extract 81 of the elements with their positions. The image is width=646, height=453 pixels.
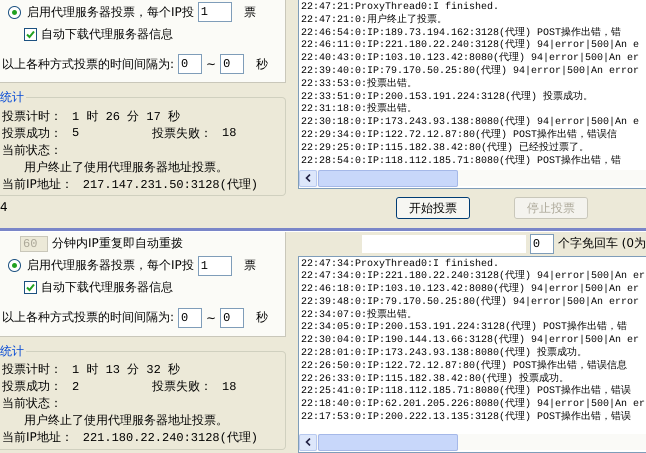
status-message: 用户终止了使用代理服务器地址投票。 <box>24 158 228 176</box>
interval-min-field[interactable]: 0 <box>178 308 202 328</box>
success-label: 投票成功： <box>2 124 62 142</box>
log-line: 22:47:34:ProxyThread0:I finished. <box>301 258 500 270</box>
stats-legend: 统计 <box>0 342 26 360</box>
log-line: 22:34:07:0:投票出错。 <box>301 310 418 322</box>
votes-field[interactable]: 1 <box>198 256 232 276</box>
timer-label: 投票计时： <box>2 108 62 124</box>
success-label: 投票成功： <box>2 378 62 395</box>
log-line: 22:46:54:0:IP:189.73.194.162:3128(代理) POST操作出错，错 <box>301 28 622 39</box>
auto-download-checkbox[interactable] <box>24 281 37 294</box>
log-line: 22:46:11:0:IP:221.180.22.240:3128(代理) 94|error|500|An e <box>301 40 640 52</box>
timer-value: 1 时 26 分 17 秒 <box>72 108 180 124</box>
log-line: 22:46:18:0:IP:103.10.123.42:8080(代理) 94|error|500|An er <box>301 284 640 296</box>
interval-unit: 秒 <box>256 56 268 72</box>
log-line: 22:31:18:0:投票出错。 <box>301 104 418 116</box>
status-message: 用户终止了使用代理服务器地址投票。 <box>24 412 228 429</box>
proxy-option-label: 启用代理服务器投票，每个IP投 <box>27 4 194 20</box>
proxy-option-label: 启用代理服务器投票，每个IP投 <box>27 257 194 274</box>
log-line: 22:33:53:0:投票出错。 <box>301 78 418 92</box>
range-separator: ~ <box>206 57 216 71</box>
votes-unit: 票 <box>244 4 256 20</box>
horizontal-scrollbar[interactable] <box>299 170 646 186</box>
range-separator: ~ <box>206 310 216 324</box>
proxy-radio[interactable] <box>8 6 21 18</box>
log-line: 22:28:01:0:IP:173.243.93.138:8080(代理) 投票成功。 <box>301 348 588 360</box>
log-line: 22:18:40:0:IP:62.201.205.226:8080(代理) 94|error|500|An er <box>301 399 646 410</box>
votes-field[interactable]: 1 <box>198 2 232 22</box>
auto-download-label: 自动下载代理服务器信息 <box>41 26 173 42</box>
auto-download-checkbox[interactable] <box>24 28 37 40</box>
log-line: 22:25:41:0:IP:118.112.185.71:8080(代理) POST操作出错，错误 <box>301 386 632 398</box>
log-line: 22:26:50:0:IP:122.72.12.87:80(代理) POST操作出错，错误信息 <box>301 360 628 372</box>
votes-unit: 票 <box>244 257 256 274</box>
auto-download-label: 自动下载代理服务器信息 <box>41 279 173 296</box>
status-label: 当前状态： <box>2 395 62 412</box>
log-line: 22:34:05:0:IP:200.153.191.224:3128(代理) POST操作出错，错 <box>301 322 628 334</box>
horizontal-scrollbar[interactable] <box>299 434 646 450</box>
interval-label: 以上各种方式投票的时间间隔为: <box>2 56 174 72</box>
fail-count: 18 <box>222 126 236 140</box>
log-line: 22:39:40:0:IP:79.170.50.25:80(代理) 94|error|500|An error <box>301 66 640 78</box>
interval-max-field[interactable]: 0 <box>220 308 244 328</box>
log-line: 22:28:54:0:IP:118.112.185.71:8080(代理) POST操作出错，错 <box>301 156 622 168</box>
log-line: 22:47:21:0:用户终止了投票。 <box>301 14 448 28</box>
timer-value: 1 时 13 分 32 秒 <box>72 362 180 378</box>
ip-label: 当前IP地址： <box>2 176 73 192</box>
log-line: 22:26:33:0:IP:115.182.38.42:80(代理) 投票成功。 <box>301 374 570 385</box>
interval-max-field[interactable]: 0 <box>220 54 244 74</box>
log-line: 22:17:53:0:IP:200.222.13.135:3128(代理) POST操作出错，错误 <box>301 412 632 425</box>
log-line: 22:29:25:0:IP:115.182.38.42:80(代理) 已经投过票了。 <box>301 142 590 154</box>
interval-unit: 秒 <box>256 309 268 326</box>
interval-min-field[interactable]: 0 <box>178 54 202 74</box>
scroll-thumb[interactable] <box>318 434 458 451</box>
char-limit-field[interactable]: 0 <box>530 234 554 254</box>
footer-text: 4 <box>0 200 9 214</box>
char-limit-label: 个字免回车 (0为 <box>558 235 646 252</box>
fail-label: 投票失败： <box>152 124 212 142</box>
log-line: 22:47:21:ProxyThread0:I finished. <box>301 2 500 14</box>
interval-label: 以上各种方式投票的时间间隔为: <box>2 309 174 326</box>
log-line: 22:30:04:0:IP:190.144.13.66:3128(代理) 94|error|500|An er <box>301 335 640 346</box>
ip-value: 221.180.22.240:3128(代理) <box>82 430 258 446</box>
status-label: 当前状态： <box>2 142 62 158</box>
log-line: 22:39:48:0:IP:79.170.50.25:80(代理) 94|error|500|An error <box>301 296 640 308</box>
vote-button[interactable]: 开始投票 <box>396 197 470 219</box>
ip-label: 当前IP地址： <box>2 429 73 446</box>
success-count: 5 <box>72 126 80 140</box>
ip-value: 217.147.231.50:3128(代理) <box>82 176 258 192</box>
log-line: 22:33:51:0:IP:200.153.191.224:3128(代理) 投票成功。 <box>301 92 594 103</box>
fail-label: 投票失败： <box>152 378 212 395</box>
fail-count: 18 <box>222 380 236 394</box>
log-line: 22:47:34:0:IP:221.180.22.240:3128(代理) 94|error|500|An er <box>301 271 646 283</box>
proxy-radio[interactable] <box>8 259 21 272</box>
text-field[interactable] <box>362 234 526 252</box>
scroll-thumb[interactable] <box>318 170 458 186</box>
redial-label: 分钟内IP重复即自动重拨 <box>52 235 183 252</box>
success-count: 2 <box>72 380 80 394</box>
timer-label: 投票计时： <box>2 361 62 378</box>
log-line: 22:29:34:0:IP:122.72.12.87:80(代理) POST操作出错，错误信 <box>301 130 618 142</box>
scroll-left-icon[interactable] <box>299 434 317 451</box>
scroll-left-icon[interactable] <box>299 170 317 186</box>
log-line: 22:30:18:0:IP:173.243.93.138:8080(代理) 94|error|500|An e <box>301 117 640 128</box>
log-line: 22:40:43:0:IP:103.10.123.42:8080(代理) 94|error|500|An er <box>301 53 640 65</box>
